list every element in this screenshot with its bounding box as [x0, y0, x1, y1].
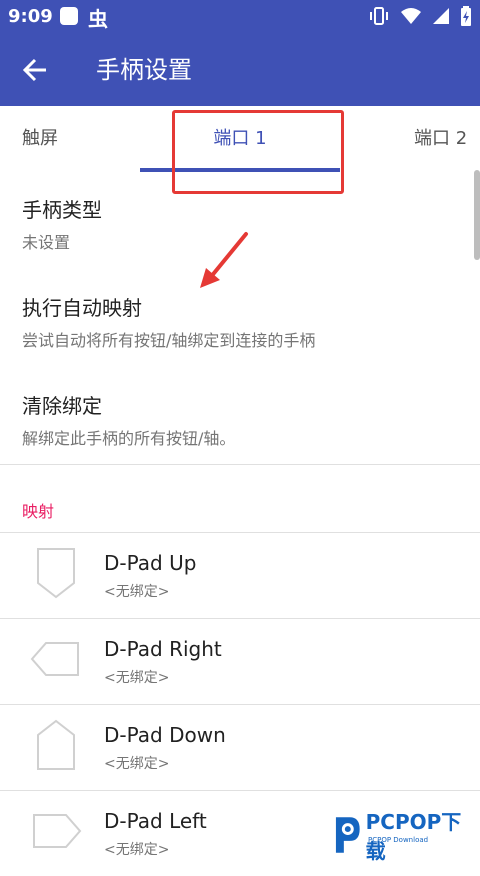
tab-port-1[interactable]: 端口 1 — [140, 106, 340, 172]
notification-app-icon — [60, 7, 78, 25]
pref-clear-bindings[interactable]: 清除绑定 解绑定此手柄的所有按钮/轴。 — [22, 390, 462, 449]
mapping-binding: <无绑定> — [104, 756, 170, 772]
dpad-down-icon — [37, 719, 75, 770]
pcpop-logo-icon — [335, 817, 360, 853]
mapping-binding: <无绑定> — [104, 670, 170, 686]
divider — [0, 464, 480, 465]
mapping-binding: <无绑定> — [104, 842, 170, 858]
page-title: 手柄设置 — [96, 56, 192, 84]
notification-bug-icon: 虫 — [88, 7, 108, 31]
pref-controller-type[interactable]: 手柄类型 未设置 — [22, 194, 462, 253]
status-icons — [368, 6, 472, 26]
tab-bar: 触屏 端口 1 端口 2 — [0, 106, 480, 172]
app-bar: 手柄设置 — [0, 34, 480, 106]
mapping-name: D-Pad Left — [104, 809, 207, 833]
tab-port-2[interactable]: 端口 2 — [414, 106, 467, 172]
tab-touchscreen[interactable]: 触屏 — [22, 106, 58, 172]
pref-title: 执行自动映射 — [22, 296, 142, 320]
pref-summary: 未设置 — [22, 233, 71, 252]
mapping-row-dpad-right[interactable]: D-Pad Right <无绑定> — [0, 619, 480, 704]
pref-summary: 解绑定此手柄的所有按钮/轴。 — [22, 429, 236, 448]
status-time: 9:09 — [8, 6, 53, 27]
mapping-name: D-Pad Up — [104, 551, 197, 575]
watermark-text: PCPOP下载 — [365, 810, 462, 863]
pref-title: 手柄类型 — [22, 198, 102, 222]
scrollbar[interactable] — [474, 170, 480, 260]
tab-indicator — [140, 168, 340, 172]
battery-icon — [461, 6, 471, 26]
signal-icon — [433, 8, 449, 24]
arrow-back-icon — [22, 58, 46, 82]
dpad-left-icon — [33, 814, 82, 848]
section-header-mapping: 映射 — [22, 502, 55, 521]
pref-summary: 尝试自动将所有按钮/轴绑定到连接的手柄 — [22, 331, 316, 350]
pref-title: 清除绑定 — [22, 394, 102, 418]
pref-auto-map[interactable]: 执行自动映射 尝试自动将所有按钮/轴绑定到连接的手柄 — [22, 292, 462, 351]
dpad-up-icon — [37, 548, 75, 599]
mapping-name: D-Pad Down — [104, 723, 226, 747]
mapping-row-dpad-up[interactable]: D-Pad Up <无绑定> — [0, 533, 480, 618]
mapping-binding: <无绑定> — [104, 584, 170, 600]
status-bar: 9:09 虫 — [0, 0, 480, 34]
vibrate-icon — [370, 7, 388, 25]
mapping-row-dpad-down[interactable]: D-Pad Down <无绑定> — [0, 705, 480, 790]
watermark-subtext: PCPOP Download — [368, 836, 429, 844]
dpad-right-icon — [30, 642, 79, 676]
wifi-icon — [401, 8, 421, 24]
watermark: PCPOP下载 PCPOP Download — [330, 806, 480, 864]
back-button[interactable] — [18, 52, 54, 88]
mapping-name: D-Pad Right — [104, 637, 222, 661]
